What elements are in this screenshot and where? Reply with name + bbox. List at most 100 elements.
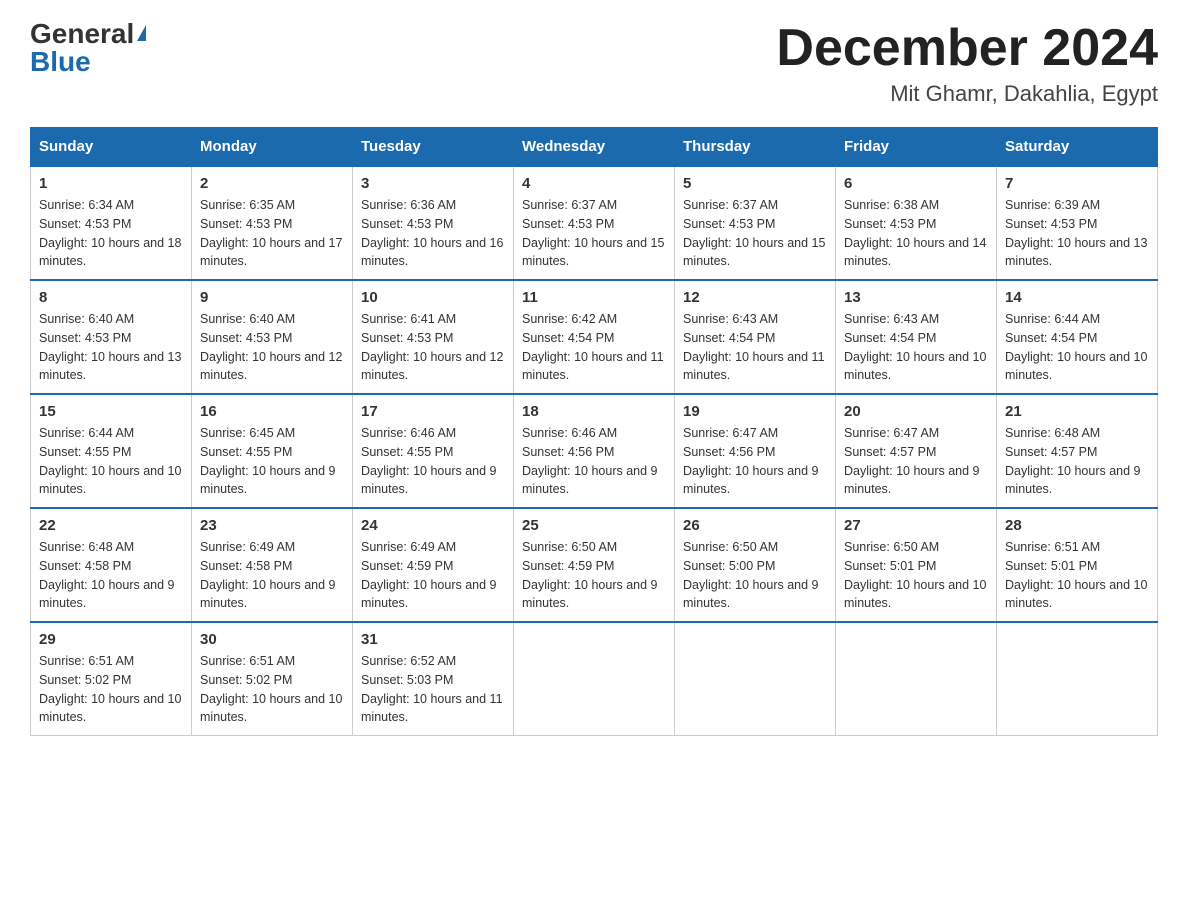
calendar-cell: 3 Sunrise: 6:36 AMSunset: 4:53 PMDaylight… — [353, 166, 514, 280]
day-number: 1 — [39, 175, 183, 192]
day-info: Sunrise: 6:50 AMSunset: 4:59 PMDaylight:… — [522, 538, 666, 613]
page-header: General Blue December 2024 Mit Ghamr, Da… — [30, 20, 1158, 107]
day-number: 24 — [361, 517, 505, 534]
day-info: Sunrise: 6:44 AMSunset: 4:55 PMDaylight:… — [39, 424, 183, 499]
day-info: Sunrise: 6:47 AMSunset: 4:56 PMDaylight:… — [683, 424, 827, 499]
day-number: 19 — [683, 403, 827, 420]
day-info: Sunrise: 6:51 AMSunset: 5:02 PMDaylight:… — [200, 652, 344, 727]
calendar-week-row: 15 Sunrise: 6:44 AMSunset: 4:55 PMDayligh… — [31, 394, 1158, 508]
calendar-cell: 26 Sunrise: 6:50 AMSunset: 5:00 PMDayligh… — [675, 508, 836, 622]
logo-blue-text: Blue — [30, 48, 91, 76]
header-friday: Friday — [836, 128, 997, 167]
day-info: Sunrise: 6:34 AMSunset: 4:53 PMDaylight:… — [39, 196, 183, 271]
day-info: Sunrise: 6:42 AMSunset: 4:54 PMDaylight:… — [522, 310, 666, 385]
day-number: 30 — [200, 631, 344, 648]
logo-triangle-icon — [137, 25, 146, 41]
day-info: Sunrise: 6:44 AMSunset: 4:54 PMDaylight:… — [1005, 310, 1149, 385]
day-number: 25 — [522, 517, 666, 534]
day-info: Sunrise: 6:46 AMSunset: 4:55 PMDaylight:… — [361, 424, 505, 499]
day-number: 28 — [1005, 517, 1149, 534]
day-number: 7 — [1005, 175, 1149, 192]
calendar-cell — [997, 622, 1158, 736]
day-number: 26 — [683, 517, 827, 534]
calendar-cell: 15 Sunrise: 6:44 AMSunset: 4:55 PMDayligh… — [31, 394, 192, 508]
calendar-cell: 11Sunrise: 6:42 AMSunset: 4:54 PMDayligh… — [514, 280, 675, 394]
day-info: Sunrise: 6:46 AMSunset: 4:56 PMDaylight:… — [522, 424, 666, 499]
calendar-cell — [675, 622, 836, 736]
day-info: Sunrise: 6:43 AMSunset: 4:54 PMDaylight:… — [844, 310, 988, 385]
calendar-cell: 9 Sunrise: 6:40 AMSunset: 4:53 PMDaylight… — [192, 280, 353, 394]
day-number: 14 — [1005, 289, 1149, 306]
day-info: Sunrise: 6:37 AMSunset: 4:53 PMDaylight:… — [683, 196, 827, 271]
day-info: Sunrise: 6:50 AMSunset: 5:01 PMDaylight:… — [844, 538, 988, 613]
day-number: 2 — [200, 175, 344, 192]
day-number: 16 — [200, 403, 344, 420]
day-info: Sunrise: 6:41 AMSunset: 4:53 PMDaylight:… — [361, 310, 505, 385]
day-number: 22 — [39, 517, 183, 534]
day-info: Sunrise: 6:52 AMSunset: 5:03 PMDaylight:… — [361, 652, 505, 727]
day-info: Sunrise: 6:39 AMSunset: 4:53 PMDaylight:… — [1005, 196, 1149, 271]
calendar-cell: 8 Sunrise: 6:40 AMSunset: 4:53 PMDaylight… — [31, 280, 192, 394]
day-info: Sunrise: 6:50 AMSunset: 5:00 PMDaylight:… — [683, 538, 827, 613]
header-saturday: Saturday — [997, 128, 1158, 167]
day-info: Sunrise: 6:37 AMSunset: 4:53 PMDaylight:… — [522, 196, 666, 271]
day-number: 29 — [39, 631, 183, 648]
day-info: Sunrise: 6:38 AMSunset: 4:53 PMDaylight:… — [844, 196, 988, 271]
day-number: 27 — [844, 517, 988, 534]
header-tuesday: Tuesday — [353, 128, 514, 167]
logo: General Blue — [30, 20, 146, 76]
calendar-cell — [514, 622, 675, 736]
calendar-cell: 5Sunrise: 6:37 AMSunset: 4:53 PMDaylight… — [675, 166, 836, 280]
calendar-week-row: 1 Sunrise: 6:34 AMSunset: 4:53 PMDaylight… — [31, 166, 1158, 280]
logo-general-text: General — [30, 20, 134, 48]
calendar-cell: 2 Sunrise: 6:35 AMSunset: 4:53 PMDaylight… — [192, 166, 353, 280]
day-number: 23 — [200, 517, 344, 534]
header-monday: Monday — [192, 128, 353, 167]
calendar-cell: 21 Sunrise: 6:48 AMSunset: 4:57 PMDayligh… — [997, 394, 1158, 508]
header-sunday: Sunday — [31, 128, 192, 167]
day-info: Sunrise: 6:43 AMSunset: 4:54 PMDaylight:… — [683, 310, 827, 385]
calendar-week-row: 29 Sunrise: 6:51 AMSunset: 5:02 PMDayligh… — [31, 622, 1158, 736]
calendar-cell: 30 Sunrise: 6:51 AMSunset: 5:02 PMDayligh… — [192, 622, 353, 736]
calendar-title: December 2024 — [776, 20, 1158, 77]
day-number: 17 — [361, 403, 505, 420]
header-thursday: Thursday — [675, 128, 836, 167]
calendar-cell: 31 Sunrise: 6:52 AMSunset: 5:03 PMDayligh… — [353, 622, 514, 736]
calendar-cell: 28Sunrise: 6:51 AMSunset: 5:01 PMDayligh… — [997, 508, 1158, 622]
day-number: 12 — [683, 289, 827, 306]
calendar-cell: 24 Sunrise: 6:49 AMSunset: 4:59 PMDayligh… — [353, 508, 514, 622]
calendar-subtitle: Mit Ghamr, Dakahlia, Egypt — [776, 81, 1158, 107]
day-info: Sunrise: 6:40 AMSunset: 4:53 PMDaylight:… — [200, 310, 344, 385]
day-number: 9 — [200, 289, 344, 306]
day-info: Sunrise: 6:35 AMSunset: 4:53 PMDaylight:… — [200, 196, 344, 271]
day-number: 21 — [1005, 403, 1149, 420]
calendar-cell: 4Sunrise: 6:37 AMSunset: 4:53 PMDaylight… — [514, 166, 675, 280]
calendar-cell: 13Sunrise: 6:43 AMSunset: 4:54 PMDayligh… — [836, 280, 997, 394]
calendar-cell: 25 Sunrise: 6:50 AMSunset: 4:59 PMDayligh… — [514, 508, 675, 622]
day-number: 3 — [361, 175, 505, 192]
header-wednesday: Wednesday — [514, 128, 675, 167]
day-number: 31 — [361, 631, 505, 648]
calendar-cell: 29Sunrise: 6:51 AMSunset: 5:02 PMDayligh… — [31, 622, 192, 736]
calendar-cell: 10 Sunrise: 6:41 AMSunset: 4:53 PMDayligh… — [353, 280, 514, 394]
calendar-week-row: 8 Sunrise: 6:40 AMSunset: 4:53 PMDaylight… — [31, 280, 1158, 394]
day-number: 15 — [39, 403, 183, 420]
calendar-cell: 22Sunrise: 6:48 AMSunset: 4:58 PMDayligh… — [31, 508, 192, 622]
day-info: Sunrise: 6:36 AMSunset: 4:53 PMDaylight:… — [361, 196, 505, 271]
calendar-cell: 27 Sunrise: 6:50 AMSunset: 5:01 PMDayligh… — [836, 508, 997, 622]
calendar-cell: 6 Sunrise: 6:38 AMSunset: 4:53 PMDaylight… — [836, 166, 997, 280]
calendar-cell: 17 Sunrise: 6:46 AMSunset: 4:55 PMDayligh… — [353, 394, 514, 508]
calendar-cell: 16Sunrise: 6:45 AMSunset: 4:55 PMDayligh… — [192, 394, 353, 508]
calendar-cell: 18Sunrise: 6:46 AMSunset: 4:56 PMDayligh… — [514, 394, 675, 508]
day-number: 6 — [844, 175, 988, 192]
calendar-table: SundayMondayTuesdayWednesdayThursdayFrid… — [30, 127, 1158, 736]
calendar-cell: 1 Sunrise: 6:34 AMSunset: 4:53 PMDaylight… — [31, 166, 192, 280]
day-info: Sunrise: 6:49 AMSunset: 4:59 PMDaylight:… — [361, 538, 505, 613]
day-info: Sunrise: 6:48 AMSunset: 4:57 PMDaylight:… — [1005, 424, 1149, 499]
day-number: 8 — [39, 289, 183, 306]
title-block: December 2024 Mit Ghamr, Dakahlia, Egypt — [776, 20, 1158, 107]
calendar-week-row: 22Sunrise: 6:48 AMSunset: 4:58 PMDayligh… — [31, 508, 1158, 622]
day-info: Sunrise: 6:40 AMSunset: 4:53 PMDaylight:… — [39, 310, 183, 385]
calendar-header-row: SundayMondayTuesdayWednesdayThursdayFrid… — [31, 128, 1158, 167]
day-number: 10 — [361, 289, 505, 306]
